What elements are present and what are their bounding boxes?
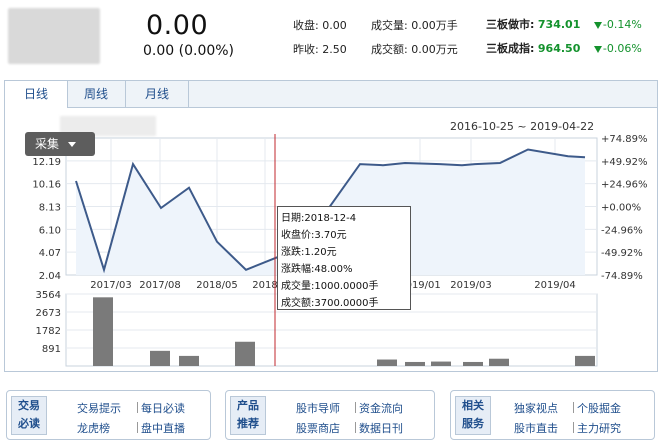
- volume-bar: [235, 341, 255, 366]
- collect-button[interactable]: 采集: [25, 132, 95, 156]
- link-divider: [355, 402, 356, 413]
- link-divider: [573, 402, 574, 413]
- group-badge: 交易 必读: [11, 396, 47, 435]
- volume-bar: [93, 297, 113, 366]
- link-group-products: 产品 推荐 股市导师 资金流向 股票商店 数据日刊: [225, 390, 435, 440]
- group-badge: 产品 推荐: [230, 396, 266, 435]
- badge-top: 产品: [237, 399, 259, 412]
- group-badge: 相关 服务: [455, 396, 491, 435]
- volume-bar: [150, 350, 170, 366]
- volume-tick-label: 3564: [36, 290, 61, 301]
- link-divider: [137, 402, 138, 413]
- data-tooltip: 日期:2018-12-4 收盘价:3.70元 涨跌:1.20元 涨跌幅:48.0…: [277, 206, 411, 310]
- pct-tick-label: -74.89%: [601, 271, 643, 282]
- link-daily-must-read[interactable]: 每日必读: [141, 400, 185, 416]
- link-dragon-tiger[interactable]: 龙虎榜: [77, 420, 110, 436]
- x-tick-label: 2017/08: [139, 280, 181, 291]
- link-exclusive-view[interactable]: 独家视点: [514, 400, 558, 416]
- collect-label: 采集: [35, 137, 60, 151]
- link-group-trading: 交易 必读 交易提示 每日必读 龙虎榜 盘中直播: [6, 390, 211, 440]
- badge-top: 相关: [462, 399, 484, 412]
- tooltip-change: 涨跌:1.20元: [281, 247, 337, 258]
- x-tick-label: 2018: [252, 280, 277, 291]
- chevron-down-icon: [68, 142, 77, 147]
- volume-bar: [431, 361, 451, 366]
- volume-bar: [575, 355, 595, 366]
- badge-bottom: 必读: [18, 417, 40, 430]
- link-group-services: 相关 服务 独家视点 个股掘金 股市直击 主力研究: [450, 390, 655, 440]
- link-stock-dig[interactable]: 个股掘金: [577, 400, 621, 416]
- link-data-daily[interactable]: 数据日刊: [359, 420, 403, 436]
- pct-tick-label: -24.96%: [601, 225, 643, 236]
- link-divider: [355, 422, 356, 433]
- pct-tick-label: +49.92%: [601, 157, 648, 168]
- badge-bottom: 服务: [462, 417, 484, 430]
- volume-tick-label: 2673: [36, 308, 61, 319]
- link-stock-mentor[interactable]: 股市导师: [296, 400, 340, 416]
- y-tick-label: 8.13: [39, 203, 61, 214]
- volume-tick-label: 1782: [36, 326, 61, 337]
- x-tick-label: 2019/03: [450, 280, 492, 291]
- badge-bottom: 推荐: [237, 417, 259, 430]
- pct-tick-label: +0.00%: [601, 203, 641, 214]
- tooltip-volume: 成交量:1000.0000手: [281, 281, 379, 292]
- link-market-live[interactable]: 股市直击: [514, 420, 558, 436]
- x-tick-label: 2018/05: [196, 280, 238, 291]
- y-tick-label: 10.16: [32, 180, 61, 191]
- volume-bar: [405, 361, 425, 366]
- tooltip-amount: 成交额:3700.0000手: [281, 298, 379, 309]
- volume-bar: [489, 358, 509, 366]
- link-main-research[interactable]: 主力研究: [577, 420, 621, 436]
- pct-tick-label: -49.92%: [601, 248, 643, 259]
- tooltip-date: 日期:2018-12-4: [281, 213, 357, 224]
- x-tick-label: 2017/03: [90, 280, 132, 291]
- link-fund-flow[interactable]: 资金流向: [359, 400, 403, 416]
- link-divider: [573, 422, 574, 433]
- y-tick-label: 12.19: [32, 157, 61, 168]
- y-tick-label: 4.07: [39, 248, 61, 259]
- volume-tick-label: 891: [42, 344, 61, 355]
- link-stock-shop[interactable]: 股票商店: [296, 420, 340, 436]
- link-live[interactable]: 盘中直播: [141, 420, 185, 436]
- y-tick-label: 2.04: [39, 271, 61, 282]
- pct-tick-label: +74.89%: [601, 134, 648, 145]
- volume-bar: [463, 361, 483, 366]
- tooltip-close: 收盘价:3.70元: [281, 230, 347, 241]
- tooltip-pct: 涨跌幅:48.00%: [281, 264, 353, 275]
- volume-bar: [377, 359, 397, 366]
- link-trading-tips[interactable]: 交易提示: [77, 400, 121, 416]
- y-tick-label: 6.10: [39, 225, 61, 236]
- pct-tick-label: +24.96%: [601, 180, 648, 191]
- badge-top: 交易: [18, 399, 40, 412]
- link-divider: [137, 422, 138, 433]
- x-tick-label: 2019/04: [534, 280, 576, 291]
- volume-bar: [179, 355, 199, 366]
